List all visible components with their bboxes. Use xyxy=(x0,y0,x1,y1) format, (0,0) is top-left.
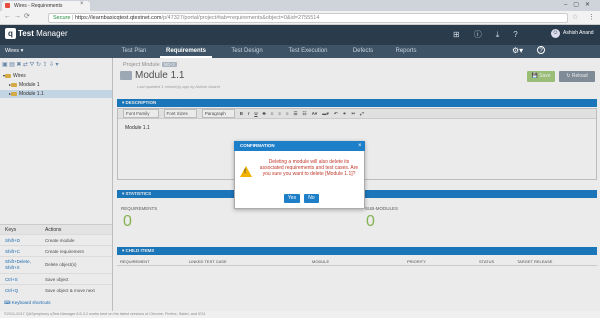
browser-menu-icon[interactable]: ⋮ xyxy=(588,13,595,21)
apps-grid-icon[interactable]: ⊞ xyxy=(453,30,460,39)
tab-favicon-icon xyxy=(5,3,10,8)
yes-button[interactable]: Yes xyxy=(284,194,300,203)
browser-nav-buttons[interactable]: ←→⟳ xyxy=(4,12,33,20)
user-avatar-icon[interactable]: ☺ xyxy=(551,29,560,38)
url-base: https://learnbasicqtest.qtestnet.com xyxy=(74,15,162,21)
window-controls[interactable]: –▢✕ xyxy=(564,1,596,8)
tab-test-plan[interactable]: Test Plan xyxy=(112,45,156,58)
dialog-message: Deleting a module will also delete its a… xyxy=(259,159,359,177)
tab-requirements[interactable]: Requirements xyxy=(160,45,212,58)
browser-tab[interactable]: Wires - Requirements xyxy=(2,1,90,11)
dialog-close-icon[interactable]: × xyxy=(358,141,362,151)
qtest-logo: q xyxy=(5,28,16,39)
url-input[interactable]: Secure | https://learnbasicqtest.qtestne… xyxy=(48,13,568,23)
project-selector[interactable]: Wires ▾ xyxy=(5,45,23,58)
secure-label: Secure xyxy=(53,15,71,21)
app-brand: Test Manager xyxy=(18,29,68,38)
info-icon[interactable]: ⓘ xyxy=(474,30,482,39)
tab-close-icon[interactable]: × xyxy=(80,1,84,7)
user-name[interactable]: Ashish Anand xyxy=(563,30,594,36)
browser-tab-title: Wires - Requirements xyxy=(14,3,63,9)
header-icons: ⊞ ⓘ ⤓? xyxy=(453,29,532,40)
tab-reports[interactable]: Reports xyxy=(388,45,424,58)
url-path: /p/47327/portal/project#tab=requirements… xyxy=(161,15,320,21)
browser-tab-bar xyxy=(0,0,600,11)
tab-test-design[interactable]: Test Design xyxy=(222,45,272,58)
help-icon[interactable]: ? xyxy=(513,30,517,39)
tab-defects[interactable]: Defects xyxy=(344,45,382,58)
warning-icon xyxy=(240,166,252,177)
bookmark-star-icon[interactable]: ☆ xyxy=(572,13,578,21)
settings-gear-icon[interactable]: ⚙▾ xyxy=(512,46,523,55)
dialog-title: CONFIRMATION xyxy=(234,141,365,151)
question-icon[interactable]: ? xyxy=(537,46,545,54)
no-button[interactable]: No xyxy=(304,194,319,203)
warning-icon-mark: ! xyxy=(244,169,246,175)
footer: ©2011-2017 QASymphony qTest Manager 8.5.… xyxy=(0,311,600,318)
download-icon[interactable]: ⤓ xyxy=(496,30,500,39)
tab-test-execution[interactable]: Test Execution xyxy=(280,45,336,58)
